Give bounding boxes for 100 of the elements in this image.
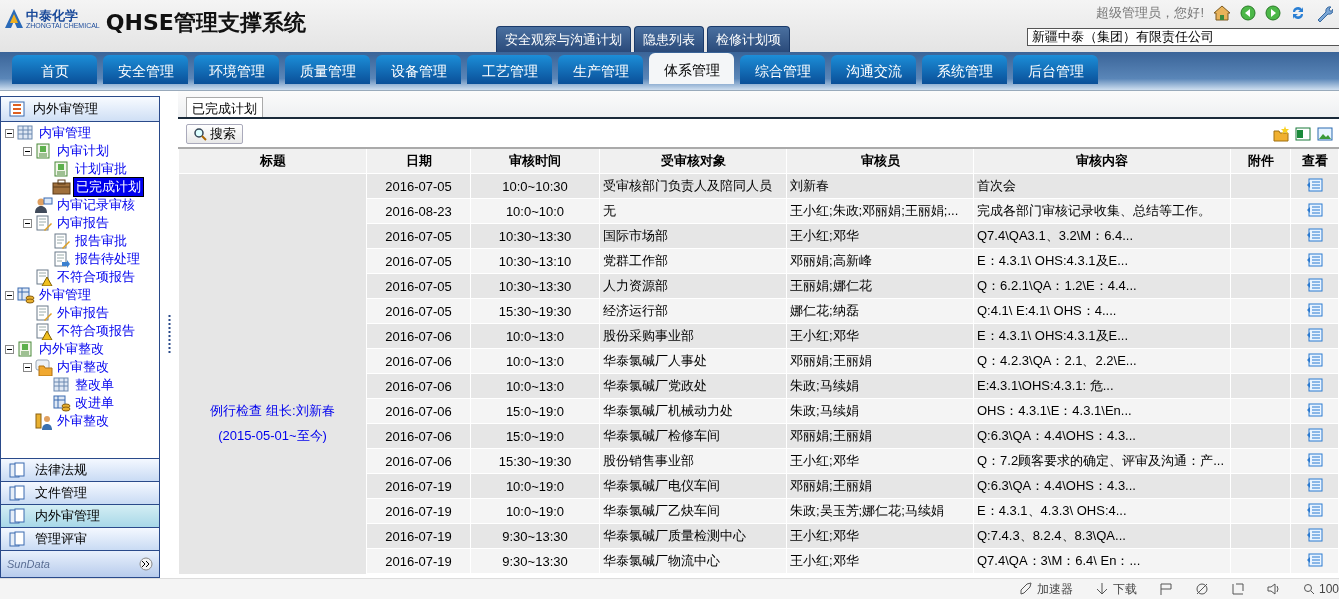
table-cell: 王小红;邓华 bbox=[790, 453, 859, 468]
tree-item[interactable]: 改进单 bbox=[73, 394, 116, 412]
search-button[interactable]: 搜索 bbox=[186, 124, 243, 144]
table-cell: 华泰氯碱厂质量检测中心 bbox=[603, 528, 746, 543]
tree-item[interactable]: 整改单 bbox=[73, 376, 116, 394]
tree-item[interactable]: 外审管理 bbox=[37, 286, 93, 304]
zoom-icon[interactable] bbox=[1302, 583, 1315, 595]
view-details-icon[interactable] bbox=[1306, 502, 1323, 517]
view-details-icon[interactable] bbox=[1306, 352, 1323, 367]
view-details-icon[interactable] bbox=[1306, 227, 1323, 242]
column-header: 审核时间 bbox=[470, 148, 600, 174]
view-details-icon[interactable] bbox=[1306, 327, 1323, 342]
table-cell: 华泰氯碱厂党政处 bbox=[603, 378, 707, 393]
tree-item[interactable]: 不符合项报告 bbox=[55, 268, 137, 286]
collapse-toggle-icon[interactable] bbox=[5, 290, 14, 300]
view-details-icon[interactable] bbox=[1306, 402, 1323, 417]
nav-tab[interactable]: 沟通交流 bbox=[831, 55, 916, 84]
collapse-toggle-icon[interactable] bbox=[5, 344, 14, 354]
table-cell: 王小红;朱政;邓丽娟;王丽娟;... bbox=[790, 203, 959, 218]
nav-tab[interactable]: 质量管理 bbox=[285, 55, 370, 84]
table-cell: 10:0~13:0 bbox=[505, 353, 565, 369]
panel-icon[interactable] bbox=[1230, 582, 1245, 596]
nav-tab[interactable]: 后台管理 bbox=[1013, 55, 1098, 84]
accordion-section[interactable]: 文件管理 bbox=[1, 481, 159, 504]
view-details-icon[interactable] bbox=[1306, 252, 1323, 267]
table-cell: 股份销售事业部 bbox=[603, 453, 694, 468]
zoom-level[interactable]: 100 bbox=[1318, 582, 1339, 596]
sub-tab[interactable]: 检修计划项 bbox=[706, 26, 790, 52]
tree-item[interactable]: 不符合项报告 bbox=[55, 322, 137, 340]
wrench-icon[interactable] bbox=[1315, 4, 1333, 22]
nav-tab[interactable]: 体系管理 bbox=[649, 53, 734, 84]
double-chevron-icon[interactable] bbox=[139, 557, 153, 571]
table-cell: 2016-07-19 bbox=[385, 503, 452, 519]
view-details-icon[interactable] bbox=[1306, 452, 1323, 467]
table-cell: E：4.3.1\ OHS:4.3.1及E... bbox=[977, 253, 1128, 268]
nav-tab[interactable]: 工艺管理 bbox=[467, 55, 552, 84]
flag-icon[interactable] bbox=[1158, 582, 1173, 596]
view-details-icon[interactable] bbox=[1306, 427, 1323, 442]
accordion-section[interactable]: 法律法规 bbox=[1, 458, 159, 481]
tree-item[interactable]: 报告审批 bbox=[73, 232, 129, 250]
nav-tab[interactable]: 系统管理 bbox=[922, 55, 1007, 84]
content-tab[interactable]: 已完成计划 bbox=[186, 97, 263, 117]
tree-item[interactable]: 内审记录审核 bbox=[55, 196, 137, 214]
table-cell: 股份采购事业部 bbox=[603, 328, 694, 343]
view-details-icon[interactable] bbox=[1306, 527, 1323, 542]
tree-item[interactable]: 内审管理 bbox=[37, 124, 93, 142]
table-cell: 9:30~13:30 bbox=[502, 528, 568, 544]
download-icon[interactable] bbox=[1094, 582, 1109, 596]
nav-tab[interactable]: 综合管理 bbox=[740, 55, 825, 84]
view-details-icon[interactable] bbox=[1306, 277, 1323, 292]
status-item[interactable]: 加速器 bbox=[1036, 580, 1073, 598]
sub-tab[interactable]: 隐患列表 bbox=[633, 26, 704, 52]
view-details-icon[interactable] bbox=[1306, 177, 1323, 192]
tree-item[interactable]: 内外审整改 bbox=[37, 340, 106, 358]
home-icon[interactable] bbox=[1213, 5, 1231, 21]
tree-item[interactable]: 外审整改 bbox=[55, 412, 111, 430]
folder-star-icon[interactable] bbox=[1273, 126, 1289, 142]
view-details-icon[interactable] bbox=[1306, 552, 1323, 567]
nav-tab[interactable]: 安全管理 bbox=[103, 55, 188, 84]
back-icon[interactable] bbox=[1240, 5, 1256, 21]
tree-item[interactable]: 外审报告 bbox=[55, 304, 111, 322]
tree-item[interactable]: 内审计划 bbox=[55, 142, 111, 160]
tree-item[interactable]: 内审报告 bbox=[55, 214, 111, 232]
refresh-icon[interactable] bbox=[1290, 5, 1306, 21]
company-field[interactable]: 新疆中泰（集团）有限责任公司 bbox=[1027, 28, 1339, 46]
collapse-toggle-icon[interactable] bbox=[5, 128, 14, 138]
sub-tab[interactable]: 安全观察与沟通计划 bbox=[495, 26, 631, 52]
table-cell: 首次会 bbox=[977, 178, 1016, 193]
accordion-section[interactable]: 内外审管理 bbox=[1, 504, 159, 527]
grid-icon bbox=[52, 376, 71, 394]
table-cell: Q:6.3\QA：4.4\OHS：4.3... bbox=[977, 428, 1136, 443]
spreadsheet-export-icon[interactable] bbox=[1295, 126, 1311, 142]
view-details-icon[interactable] bbox=[1306, 377, 1323, 392]
status-item[interactable]: 下载 bbox=[1112, 580, 1137, 598]
table-coins-icon bbox=[52, 394, 71, 412]
tree-item[interactable]: 计划审批 bbox=[73, 160, 129, 178]
splitter-handle-icon[interactable] bbox=[167, 314, 171, 355]
table-cell: 党群工作部 bbox=[603, 253, 668, 268]
table-cell: 2016-07-06 bbox=[385, 328, 452, 344]
collapse-toggle-icon[interactable] bbox=[23, 146, 32, 156]
nav-tab[interactable]: 首页 bbox=[12, 55, 97, 84]
nav-tab[interactable]: 设备管理 bbox=[376, 55, 461, 84]
nav-tab[interactable]: 环境管理 bbox=[194, 55, 279, 84]
collapse-toggle-icon[interactable] bbox=[23, 218, 32, 228]
table-cell: 王小红;邓华 bbox=[790, 228, 859, 243]
tree-item[interactable]: 已完成计划 bbox=[73, 177, 144, 197]
view-details-icon[interactable] bbox=[1306, 302, 1323, 317]
collapse-toggle-icon[interactable] bbox=[23, 362, 32, 372]
table-cell: 2016-08-23 bbox=[385, 203, 452, 219]
speaker-icon[interactable] bbox=[1266, 582, 1281, 596]
forward-icon[interactable] bbox=[1265, 5, 1281, 21]
image-icon[interactable] bbox=[1317, 126, 1333, 142]
view-details-icon[interactable] bbox=[1306, 202, 1323, 217]
view-details-icon[interactable] bbox=[1306, 477, 1323, 492]
nav-tab[interactable]: 生产管理 bbox=[558, 55, 643, 84]
table-cell: 受审核部门负责人及陪同人员 bbox=[603, 178, 772, 193]
document-pencil-icon bbox=[34, 304, 53, 322]
accordion-section[interactable]: 管理评审 bbox=[1, 527, 159, 550]
tree-item[interactable]: 报告待处理 bbox=[73, 250, 142, 268]
tree-item[interactable]: 内审整改 bbox=[55, 358, 111, 376]
